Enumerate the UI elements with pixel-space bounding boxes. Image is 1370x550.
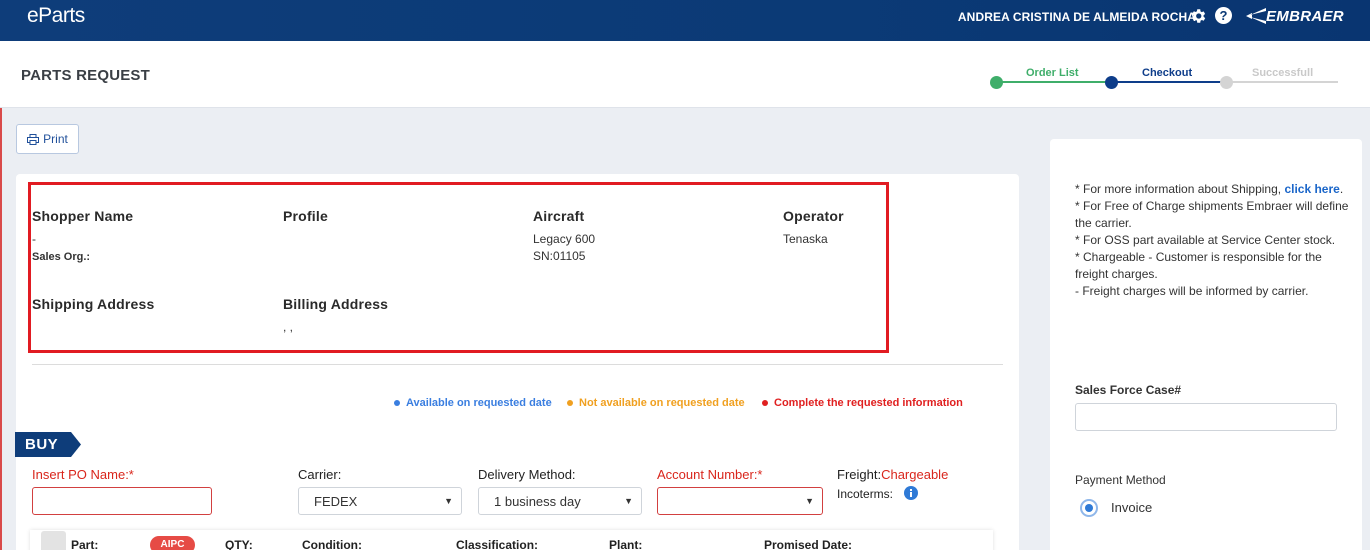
- step-label-checkout[interactable]: Checkout: [1142, 67, 1192, 79]
- qty-header: QTY:: [225, 538, 253, 550]
- operator-label: Operator: [783, 208, 844, 224]
- aircraft-serial: SN:01105: [533, 249, 586, 263]
- delivery-method-label: Delivery Method:: [478, 467, 576, 482]
- part-select-checkbox[interactable]: [41, 531, 66, 550]
- step-line-current: [1112, 81, 1227, 83]
- carrier-select-value: FEDEX: [314, 494, 358, 509]
- red-dot-icon: [762, 400, 768, 406]
- step-dot-order-list[interactable]: [990, 76, 1003, 89]
- shipping-note-1: * For more information about Shipping, c…: [1075, 182, 1344, 196]
- legend-not-available-label: Not available on requested date: [579, 397, 745, 409]
- shipping-address-label: Shipping Address: [32, 296, 155, 312]
- invoice-radio-label[interactable]: Invoice: [1111, 500, 1152, 515]
- highlight-box: [28, 182, 889, 353]
- orange-dot-icon: [567, 400, 573, 406]
- incoterms-label: Incoterms:: [837, 487, 894, 501]
- part-header: Part:: [71, 538, 99, 550]
- top-bar: eParts ANDREA CRISTINA DE ALMEIDA ROCHA …: [0, 0, 1370, 41]
- sales-force-case-label: Sales Force Case#: [1075, 383, 1182, 397]
- chevron-down-icon: ▼: [444, 496, 453, 506]
- account-number-label: Account Number:*: [657, 467, 763, 482]
- buy-section-title: BUY: [25, 436, 59, 453]
- shipping-note-2: * For Free of Charge shipments Embraer w…: [1075, 199, 1349, 230]
- classification-header: Classification:: [456, 538, 539, 550]
- sales-force-case-input[interactable]: [1075, 403, 1337, 431]
- sales-org-label: Sales Org.:: [32, 251, 91, 263]
- aircraft-model: Legacy 600: [533, 232, 596, 246]
- freight-info: Freight:Chargeable: [837, 467, 948, 482]
- step-label-order-list[interactable]: Order List: [1026, 67, 1079, 79]
- invoice-radio[interactable]: [1080, 499, 1098, 517]
- billing-address-label: Billing Address: [283, 296, 389, 312]
- shipping-note-1-text: * For more information about Shipping,: [1075, 182, 1285, 196]
- incoterms-info: Incoterms:: [837, 487, 893, 501]
- blue-dot-icon: [394, 400, 400, 406]
- help-icon[interactable]: ?: [1215, 7, 1232, 24]
- aircraft-label: Aircraft: [533, 208, 585, 224]
- plant-header: Plant:: [609, 538, 643, 550]
- legend-complete-info: Complete the requested information: [762, 397, 963, 409]
- step-label-successful: Successfull: [1252, 67, 1314, 79]
- legend-available-label: Available on requested date: [406, 397, 552, 409]
- aipc-badge[interactable]: AIPC: [150, 536, 195, 550]
- embraer-logo-icon: [1246, 8, 1266, 24]
- freight-value: Chargeable: [881, 467, 949, 482]
- promised-date-header: Promised Date:: [764, 538, 853, 550]
- shipping-notes: * For more information about Shipping, c…: [1075, 181, 1350, 300]
- shopper-name-value: -: [32, 232, 36, 246]
- page-title: PARTS REQUEST: [21, 67, 151, 84]
- page-left-edge: [0, 41, 2, 550]
- profile-label: Profile: [283, 208, 328, 224]
- carrier-select[interactable]: FEDEX ▼: [298, 487, 462, 515]
- step-dot-checkout[interactable]: [1105, 76, 1118, 89]
- gear-icon[interactable]: [1189, 7, 1207, 25]
- print-button-label: Print: [43, 132, 68, 146]
- shopper-name-label: Shopper Name: [32, 208, 134, 224]
- step-line-done: [996, 81, 1112, 83]
- step-line-pending: [1227, 81, 1338, 83]
- condition-header: Condition:: [302, 538, 362, 550]
- step-dot-successful: [1220, 76, 1233, 89]
- legend-complete-info-label: Complete the requested information: [774, 397, 963, 409]
- shipping-note-5: - Freight charges will be informed by ca…: [1075, 284, 1309, 298]
- po-name-label: Insert PO Name:*: [32, 467, 134, 482]
- legend-not-available: Not available on requested date: [567, 397, 745, 409]
- operator-value: Tenaska: [783, 232, 828, 246]
- brand-name: EMBRAER: [1266, 8, 1344, 25]
- legend-available: Available on requested date: [394, 397, 552, 409]
- app-logo[interactable]: eParts: [27, 4, 85, 28]
- delivery-method-select[interactable]: 1 business day ▼: [478, 487, 642, 515]
- user-name[interactable]: ANDREA CRISTINA DE ALMEIDA ROCHA: [958, 10, 1196, 24]
- freight-label: Freight:: [837, 467, 882, 482]
- shipping-note-3: * For OSS part available at Service Cent…: [1075, 233, 1336, 247]
- checkout-stepper: Order List Checkout Successfull: [990, 66, 1340, 92]
- section-divider: [32, 364, 1003, 365]
- carrier-label: Carrier:: [298, 467, 342, 482]
- info-icon[interactable]: [904, 486, 918, 500]
- printer-icon: [27, 133, 40, 145]
- shipping-note-4: * Chargeable - Customer is responsible f…: [1075, 250, 1322, 281]
- print-button[interactable]: Print: [16, 124, 79, 154]
- chevron-down-icon: ▼: [624, 496, 633, 506]
- delivery-method-value: 1 business day: [494, 494, 581, 509]
- payment-method-label: Payment Method: [1075, 473, 1166, 487]
- po-name-input[interactable]: [32, 487, 212, 515]
- account-number-select[interactable]: ▼: [657, 487, 823, 515]
- billing-address-value: , ,: [283, 320, 294, 334]
- caret-down-icon: ▼: [805, 496, 814, 506]
- click-here-link[interactable]: click here: [1284, 182, 1339, 196]
